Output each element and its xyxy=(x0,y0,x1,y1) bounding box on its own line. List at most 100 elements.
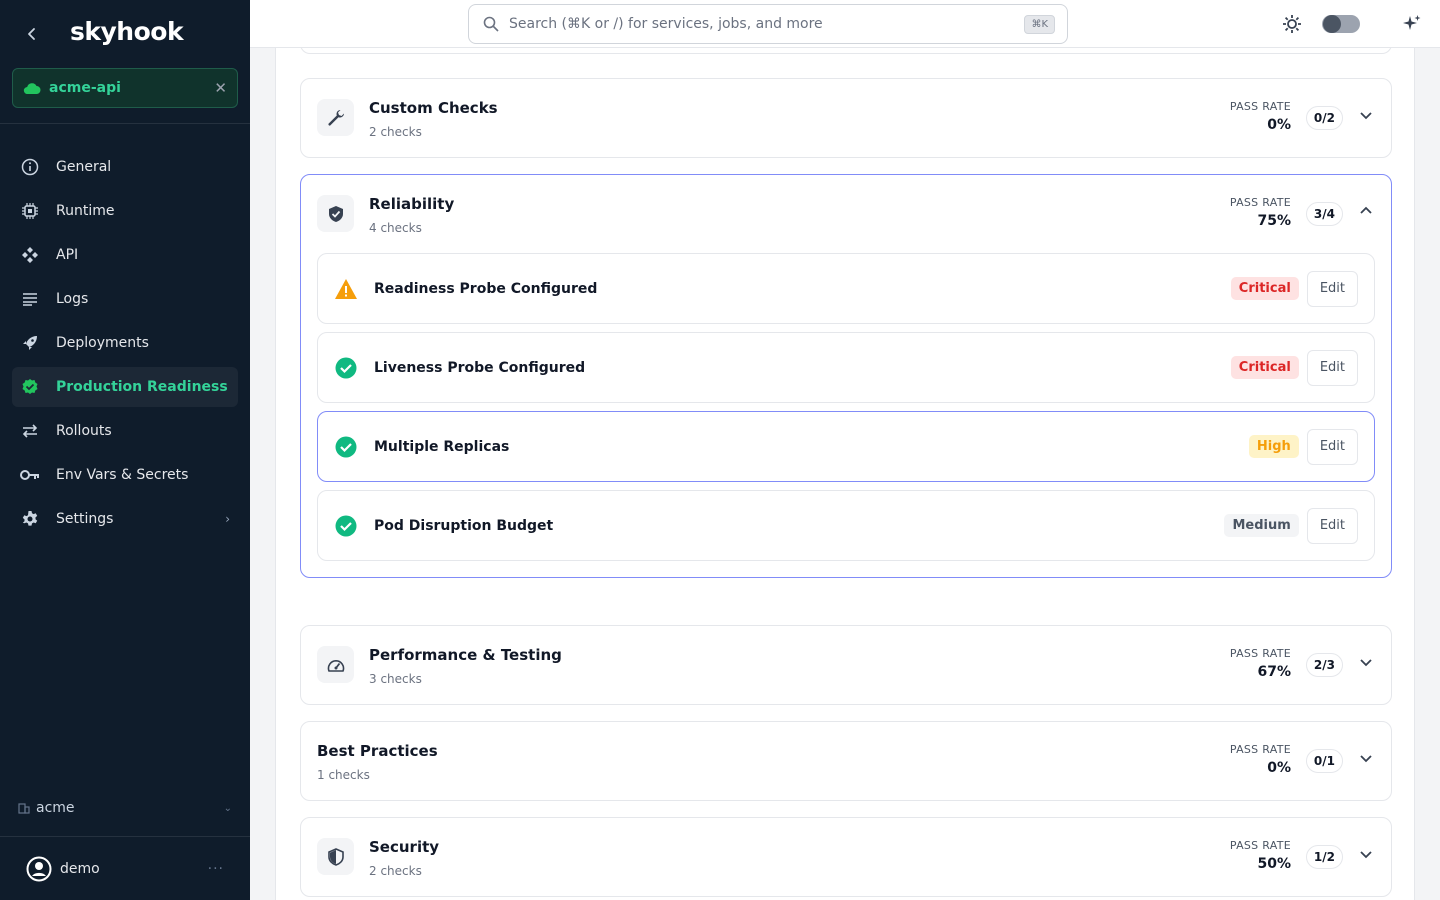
category-reliability: Reliability 4 checks PASS RATE 75% 3/4 R… xyxy=(300,174,1392,578)
pass-rate-value: 75% xyxy=(1257,213,1291,229)
list-icon xyxy=(20,289,40,309)
check-list: Readiness Probe Configured Critical Edit… xyxy=(301,253,1391,577)
category-custom-checks: Custom Checks 2 checks PASS RATE 0% 0/2 xyxy=(300,78,1392,158)
sidebar-item-logs[interactable]: Logs xyxy=(12,279,238,319)
shield-icon xyxy=(317,195,354,232)
main-content: Custom Checks 2 checks PASS RATE 0% 0/2 … xyxy=(275,0,1415,900)
sun-icon[interactable] xyxy=(1282,14,1302,34)
pass-rate-label: PASS RATE xyxy=(1229,196,1291,209)
check-row[interactable]: Readiness Probe Configured Critical Edit xyxy=(317,253,1375,324)
check-row[interactable]: Multiple Replicas High Edit xyxy=(317,411,1375,482)
theme-toggle[interactable] xyxy=(1322,15,1360,33)
sidebar-item-label: Logs xyxy=(56,291,89,307)
gauge-icon xyxy=(317,646,354,683)
toggle-knob xyxy=(1323,15,1341,33)
sidebar-item-production-readiness[interactable]: Production Readiness xyxy=(12,367,238,407)
category-security: Security 2 checks PASS RATE 50% 1/2 xyxy=(300,817,1392,897)
category-subtitle: 4 checks xyxy=(369,221,422,235)
user-name: demo xyxy=(60,860,100,877)
category-title: Performance & Testing xyxy=(369,646,562,664)
check-circle-icon xyxy=(334,435,358,459)
pass-rate: PASS RATE 0% xyxy=(1230,743,1291,776)
chevron-down-icon[interactable] xyxy=(1359,751,1373,765)
check-row[interactable]: Pod Disruption Budget Medium Edit xyxy=(317,490,1375,561)
check-name: Liveness Probe Configured xyxy=(374,359,586,376)
severity-badge: High xyxy=(1248,435,1299,458)
check-circle-icon xyxy=(334,356,358,380)
check-ratio: 0/2 xyxy=(1305,106,1343,130)
key-icon xyxy=(20,465,40,485)
sidebar-item-rollouts[interactable]: Rollouts xyxy=(12,411,238,451)
category-title: Custom Checks xyxy=(369,99,498,117)
sidebar-item-api[interactable]: API xyxy=(12,235,238,275)
sidebar-item-label: Env Vars & Secrets xyxy=(56,467,189,483)
check-row[interactable]: Liveness Probe Configured Critical Edit xyxy=(317,332,1375,403)
search-icon xyxy=(483,16,499,32)
severity-badge: Critical xyxy=(1230,356,1299,379)
chip-icon xyxy=(20,201,40,221)
more-icon[interactable]: ··· xyxy=(208,861,224,877)
category-header[interactable]: Security 2 checks PASS RATE 50% 1/2 xyxy=(301,818,1391,896)
api-icon xyxy=(20,245,40,265)
chevron-down-icon[interactable] xyxy=(1359,847,1373,861)
category-header[interactable]: Reliability 4 checks PASS RATE 75% 3/4 xyxy=(301,175,1391,253)
search-input[interactable]: Search (⌘K or /) for services, jobs, and… xyxy=(468,4,1068,44)
pass-rate-label: PASS RATE xyxy=(1229,743,1291,756)
sidebar-item-label: General xyxy=(56,159,112,175)
sidebar-item-settings[interactable]: Settings › xyxy=(12,499,238,539)
pass-rate: PASS RATE 0% xyxy=(1230,100,1291,133)
category-best-practices: Best Practices 1 checks PASS RATE 0% 0/1 xyxy=(300,721,1392,801)
pass-rate-label: PASS RATE xyxy=(1229,839,1291,852)
shield-check-icon xyxy=(20,377,40,397)
sidebar-item-label: Rollouts xyxy=(56,423,112,439)
sparkles-icon[interactable] xyxy=(1402,14,1422,34)
chevron-down-icon[interactable] xyxy=(1359,108,1373,122)
check-name: Multiple Replicas xyxy=(374,438,510,455)
edit-button[interactable]: Edit xyxy=(1306,349,1358,386)
org-switcher[interactable]: acme ⌄ xyxy=(0,786,250,830)
sidebar-top: skyhook acme-api ✕ xyxy=(0,0,250,124)
category-subtitle: 2 checks xyxy=(369,125,422,139)
pass-rate: PASS RATE 50% xyxy=(1230,839,1291,872)
sidebar-nav: General Runtime API Logs Deployments Pro… xyxy=(12,147,238,543)
pass-rate-label: PASS RATE xyxy=(1229,100,1291,113)
pass-rate-value: 67% xyxy=(1257,664,1291,680)
top-header: Search (⌘K or /) for services, jobs, and… xyxy=(250,0,1440,48)
app-logo[interactable]: skyhook xyxy=(70,17,184,46)
wrench-icon xyxy=(317,99,354,136)
arrows-icon xyxy=(20,421,40,441)
pass-rate-value: 0% xyxy=(1267,760,1291,776)
service-chip[interactable]: acme-api ✕ xyxy=(12,68,238,108)
cloud-icon xyxy=(23,81,41,95)
check-circle-icon xyxy=(334,514,358,538)
info-circle-icon xyxy=(20,157,40,177)
category-header[interactable]: Best Practices 1 checks PASS RATE 0% 0/1 xyxy=(301,722,1391,800)
edit-button[interactable]: Edit xyxy=(1306,428,1358,465)
rocket-icon xyxy=(20,333,40,353)
category-header[interactable]: Performance & Testing 3 checks PASS RATE… xyxy=(301,626,1391,704)
severity-badge: Critical xyxy=(1230,277,1299,300)
check-ratio: 0/1 xyxy=(1305,749,1343,773)
category-subtitle: 2 checks xyxy=(369,864,422,878)
sidebar-item-runtime[interactable]: Runtime xyxy=(12,191,238,231)
user-menu[interactable]: demo ··· xyxy=(0,836,250,900)
sidebar-item-deployments[interactable]: Deployments xyxy=(12,323,238,363)
sidebar-item-label: Runtime xyxy=(56,203,115,219)
warning-icon xyxy=(334,277,358,301)
edit-button[interactable]: Edit xyxy=(1306,270,1358,307)
sidebar-item-env-vars[interactable]: Env Vars & Secrets xyxy=(12,455,238,495)
check-name: Readiness Probe Configured xyxy=(374,280,598,297)
category-title: Reliability xyxy=(369,195,455,213)
chevron-up-icon[interactable] xyxy=(1359,204,1373,218)
pass-rate-value: 0% xyxy=(1267,117,1291,133)
pass-rate: PASS RATE 67% xyxy=(1230,647,1291,680)
back-chevron-icon[interactable] xyxy=(20,22,44,46)
chevron-down-icon[interactable] xyxy=(1359,655,1373,669)
edit-button[interactable]: Edit xyxy=(1306,507,1358,544)
close-icon[interactable]: ✕ xyxy=(214,79,227,97)
check-ratio: 2/3 xyxy=(1305,653,1343,677)
category-header[interactable]: Custom Checks 2 checks PASS RATE 0% 0/2 xyxy=(301,79,1391,157)
sidebar-item-general[interactable]: General xyxy=(12,147,238,187)
check-ratio: 1/2 xyxy=(1305,845,1343,869)
building-icon xyxy=(18,802,30,814)
